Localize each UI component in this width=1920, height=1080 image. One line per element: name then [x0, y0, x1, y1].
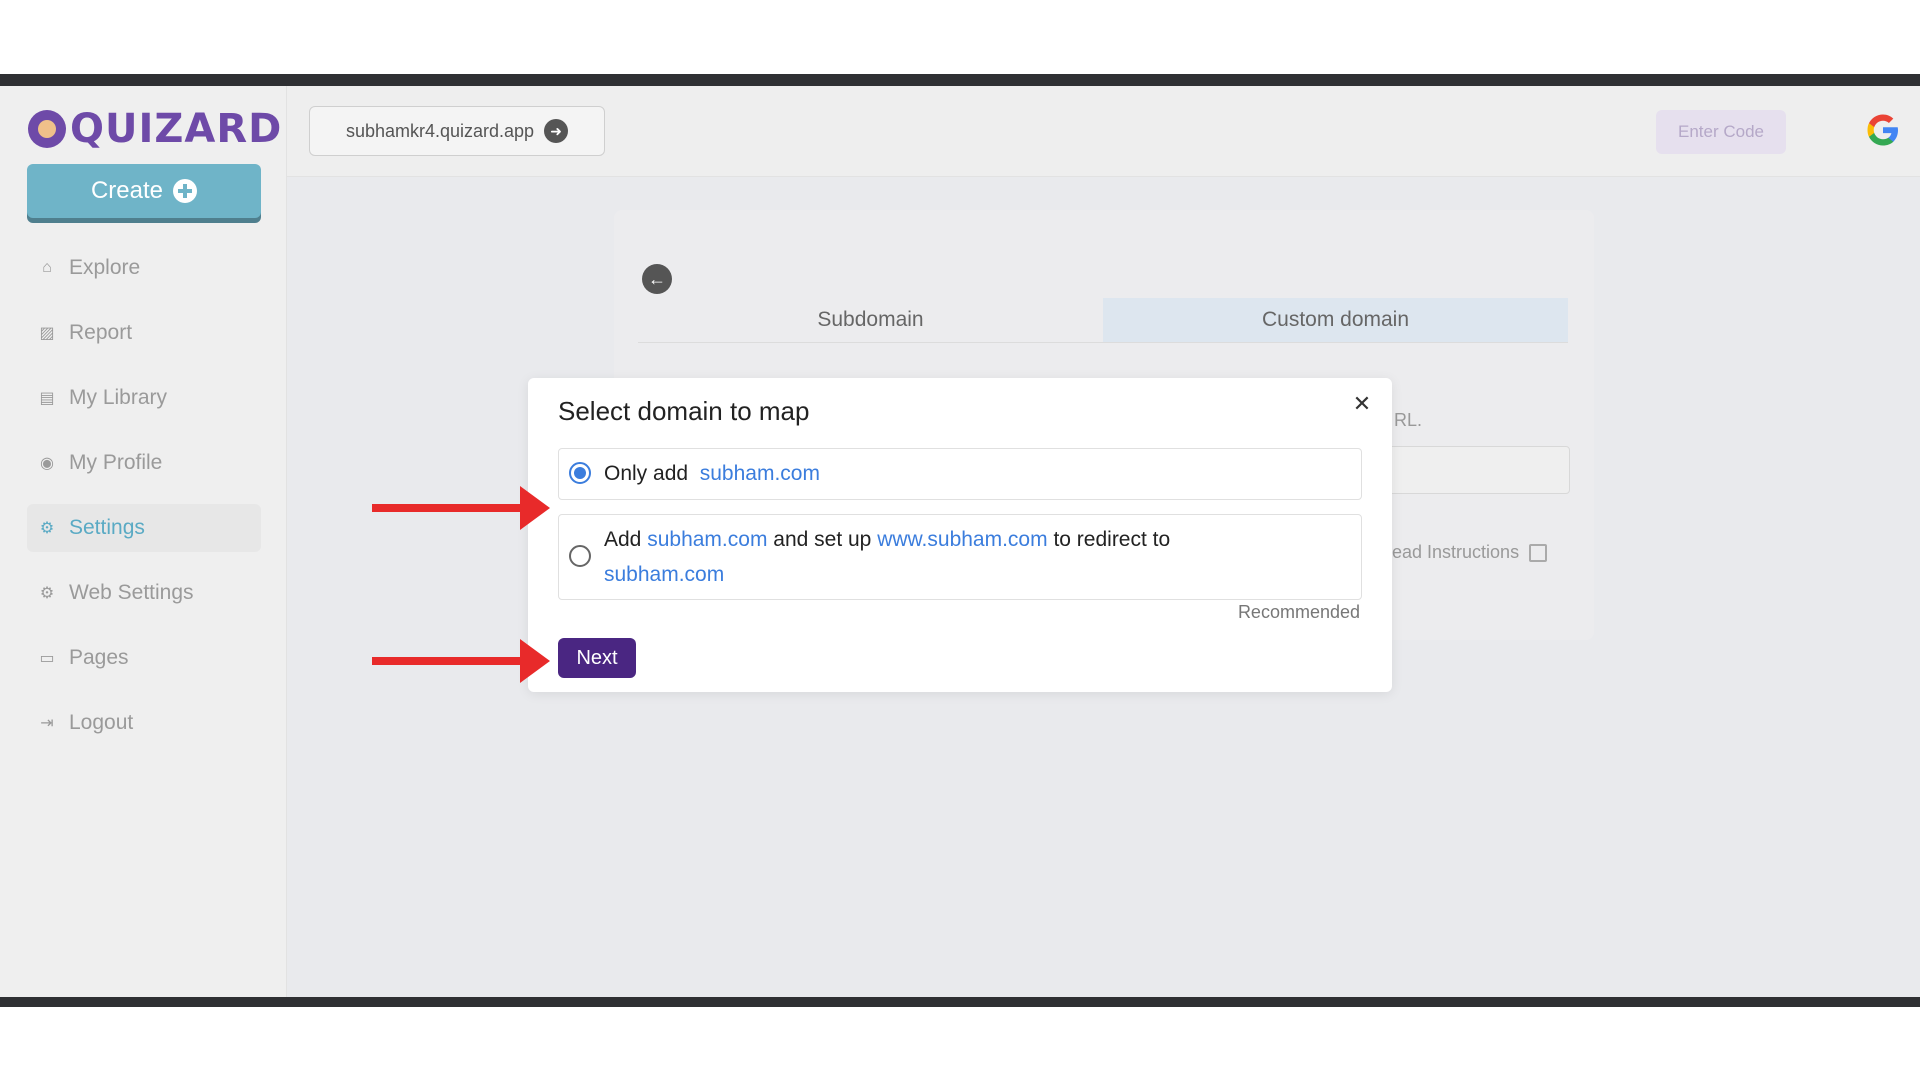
app-window: QUIZARD Create ⌂ Explore ▨ Report ▤ My L… — [0, 86, 1920, 997]
create-label: Create — [90, 177, 164, 204]
chart-icon: ▨ — [39, 325, 55, 342]
plus-icon — [173, 179, 198, 203]
sidebar: QUIZARD Create ⌂ Explore ▨ Report ▤ My L… — [0, 86, 287, 997]
domain-link: subham.com — [699, 462, 820, 485]
create-button[interactable]: Create — [27, 164, 261, 218]
option-prefix: Only add — [604, 462, 689, 485]
domain-link: subham.com — [647, 528, 768, 551]
profile-icon: ◉ — [40, 455, 54, 472]
arrow-shaft — [372, 657, 522, 665]
sidebar-item-my-library[interactable]: ▤ My Library — [27, 374, 261, 422]
home-icon: ⌂ — [42, 259, 52, 276]
quizard-logo[interactable]: QUIZARD — [28, 104, 281, 152]
back-arrow-icon[interactable]: ← — [642, 264, 672, 294]
sidebar-nav: ⌂ Explore ▨ Report ▤ My Library ◉ My Pro… — [27, 244, 261, 764]
read-instructions-link[interactable]: ead Instructions — [1392, 542, 1548, 563]
sidebar-item-label: Report — [69, 321, 133, 344]
option-middle: and set up — [773, 528, 872, 551]
option-prefix: Add — [604, 528, 642, 551]
sidebar-item-pages[interactable]: ▭ Pages — [27, 634, 261, 682]
window-bottom-bar — [0, 997, 1920, 1007]
option-add-and-redirect[interactable]: Add subham.com and set up www.subham.com… — [558, 514, 1362, 600]
external-link-icon — [1529, 543, 1548, 562]
site-url-link[interactable]: subhamkr4.quizard.app ➜ — [309, 106, 605, 156]
sidebar-item-label: Explore — [69, 256, 141, 279]
site-url-text: subhamkr4.quizard.app — [345, 120, 535, 141]
sidebar-item-logout[interactable]: ⇥ Logout — [27, 699, 261, 747]
sidebar-item-web-settings[interactable]: ⚙ Web Settings — [27, 569, 261, 617]
sidebar-item-report[interactable]: ▨ Report — [27, 309, 261, 357]
sidebar-item-label: My Profile — [69, 451, 163, 474]
gear-icon: ⚙ — [39, 585, 55, 602]
radio-add-and-redirect[interactable] — [569, 545, 591, 567]
www-domain-link: www.subham.com — [877, 528, 1048, 551]
enter-code-button[interactable]: Enter Code — [1656, 110, 1786, 154]
logout-icon: ⇥ — [40, 715, 54, 732]
url-hint-text: RL. — [1394, 410, 1423, 430]
red-arrow-annotation-option — [372, 486, 552, 530]
option-suffix: to redirect to — [1053, 528, 1171, 551]
sidebar-item-my-profile[interactable]: ◉ My Profile — [27, 439, 261, 487]
sidebar-item-settings[interactable]: ⚙ Settings — [27, 504, 261, 552]
arrow-head — [520, 639, 550, 683]
arrow-right-icon: ➜ — [544, 119, 569, 143]
radio-only-add[interactable] — [569, 462, 591, 484]
modal-title: Select domain to map — [558, 396, 810, 426]
sidebar-item-label: Pages — [69, 646, 129, 669]
sidebar-item-label: My Library — [69, 386, 168, 409]
domain-tabs: Subdomain Custom domain — [638, 298, 1568, 343]
sidebar-item-label: Logout — [69, 711, 134, 734]
sidebar-item-label: Web Settings — [69, 581, 194, 604]
sidebar-item-explore[interactable]: ⌂ Explore — [27, 244, 261, 292]
next-button[interactable]: Next — [558, 638, 636, 678]
window-top-bar — [0, 74, 1920, 86]
option-only-add[interactable]: Only add subham.com — [558, 448, 1362, 500]
recommended-label: Recommended — [1237, 602, 1360, 622]
arrow-shaft — [372, 504, 522, 512]
logo-mark-icon — [28, 110, 66, 148]
arrow-head — [520, 486, 550, 530]
library-icon: ▤ — [39, 390, 55, 407]
logo-text: QUIZARD — [70, 106, 283, 152]
google-icon[interactable] — [1865, 112, 1901, 148]
close-icon[interactable]: ✕ — [1350, 391, 1374, 416]
domain-input[interactable] — [1374, 446, 1570, 494]
read-instructions-label: ead Instructions — [1392, 542, 1520, 562]
top-header: subhamkr4.quizard.app ➜ Enter Code — [287, 86, 1920, 177]
tab-custom-domain[interactable]: Custom domain — [1103, 298, 1568, 342]
select-domain-modal: Select domain to map ✕ Only add subham.c… — [528, 378, 1392, 692]
tab-subdomain[interactable]: Subdomain — [638, 298, 1103, 342]
option-only-add-text: Only add subham.com — [604, 456, 820, 491]
pages-icon: ▭ — [39, 650, 55, 667]
option-add-and-redirect-text: Add subham.com and set up www.subham.com… — [604, 522, 1344, 592]
sidebar-item-label: Settings — [69, 516, 145, 539]
gear-icon: ⚙ — [39, 520, 55, 537]
red-arrow-annotation-next — [372, 639, 552, 683]
redirect-target-link: subham.com — [604, 563, 725, 586]
